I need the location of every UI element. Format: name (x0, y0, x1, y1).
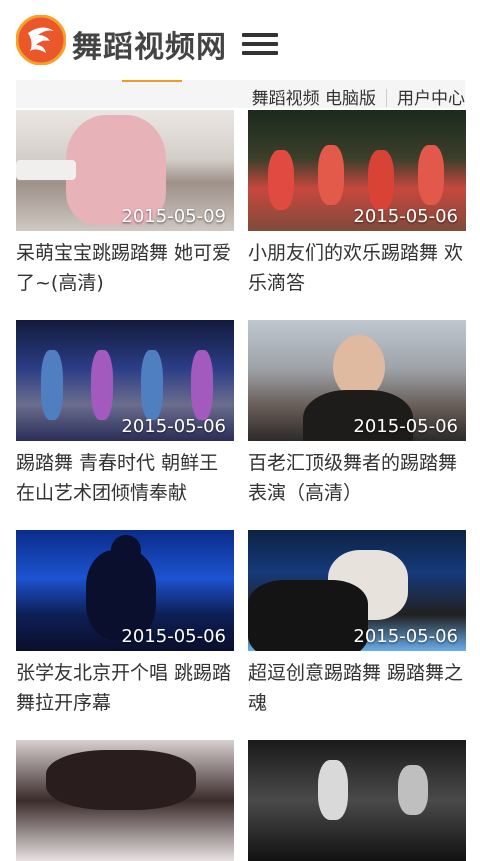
video-card[interactable]: 2015-05-06 踢踏舞 青春时代 朝鲜王在山艺术团倾情奉献 (16, 320, 234, 508)
video-thumbnail[interactable]: 2015-05-06 (248, 320, 466, 441)
video-date: 2015-05-06 (121, 416, 226, 437)
video-card[interactable]: 2015-05-06 超逗创意踢踏舞 踢踏舞之魂 (248, 530, 466, 718)
divider (386, 89, 387, 107)
video-card[interactable]: 2015-05-06 百老汇顶级舞者的踢踏舞表演（高清） (248, 320, 466, 508)
pc-version-link[interactable]: 舞蹈视频 电脑版 (252, 89, 376, 109)
video-date: 2015-05-06 (353, 206, 458, 227)
video-card[interactable]: 2015-05-06 张学友北京开个唱 跳踢踏舞拉开序幕 (16, 530, 234, 718)
video-thumbnail[interactable]: 2015-05-06 (248, 530, 466, 651)
video-card[interactable] (16, 740, 234, 861)
video-title[interactable]: 张学友北京开个唱 跳踢踏舞拉开序幕 (16, 658, 236, 718)
video-title[interactable]: 呆萌宝宝跳踢踏舞 她可爱了~(高清) (16, 238, 236, 298)
header: 舞蹈视频网 (0, 0, 480, 82)
nav-active-indicator (122, 80, 182, 82)
top-links: 舞蹈视频 电脑版 用户中心 (252, 84, 465, 109)
video-date: 2015-05-06 (353, 416, 458, 437)
video-title[interactable]: 百老汇顶级舞者的踢踏舞表演（高清） (248, 448, 468, 508)
video-card[interactable]: 2015-05-09 呆萌宝宝跳踢踏舞 她可爱了~(高清) (16, 110, 234, 298)
site-logo-icon[interactable] (16, 15, 66, 65)
video-title[interactable]: 小朋友们的欢乐踢踏舞 欢乐滴答 (248, 238, 468, 298)
video-thumbnail[interactable] (16, 740, 234, 861)
video-thumbnail[interactable]: 2015-05-09 (16, 110, 234, 231)
video-date: 2015-05-09 (121, 206, 226, 227)
video-title[interactable]: 踢踏舞 青春时代 朝鲜王在山艺术团倾情奉献 (16, 448, 236, 508)
user-center-link[interactable]: 用户中心 (397, 89, 465, 109)
site-name[interactable]: 舞蹈视频网 (72, 22, 227, 66)
video-card[interactable] (248, 740, 466, 861)
video-date: 2015-05-06 (121, 626, 226, 647)
video-date: 2015-05-06 (353, 626, 458, 647)
menu-icon[interactable] (242, 33, 278, 55)
video-card[interactable]: 2015-05-06 小朋友们的欢乐踢踏舞 欢乐滴答 (248, 110, 466, 298)
video-thumbnail[interactable] (248, 740, 466, 861)
video-thumbnail[interactable]: 2015-05-06 (248, 110, 466, 231)
video-thumbnail[interactable]: 2015-05-06 (16, 320, 234, 441)
video-thumbnail[interactable]: 2015-05-06 (16, 530, 234, 651)
video-title[interactable]: 超逗创意踢踏舞 踢踏舞之魂 (248, 658, 468, 718)
